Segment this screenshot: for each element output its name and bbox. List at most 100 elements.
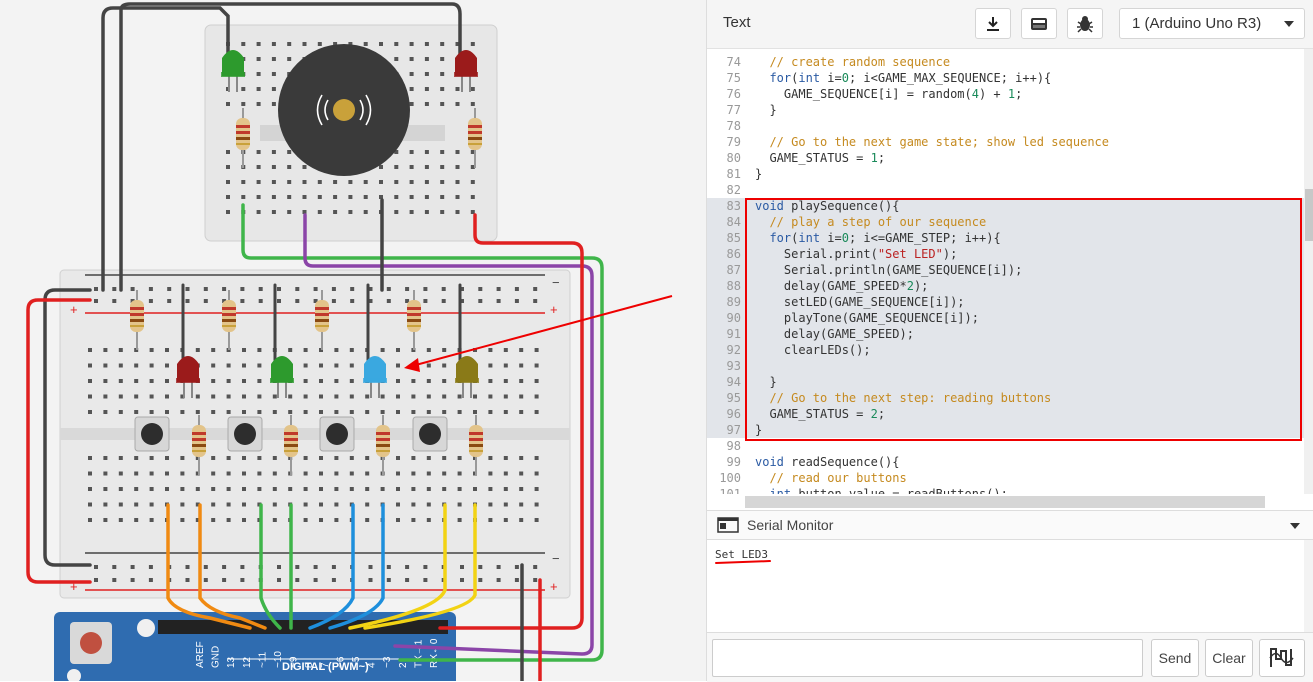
- line-number: 86: [726, 247, 741, 261]
- code-text: GAME_SEQUENCE[i] = random(4) + 1;: [755, 87, 1023, 101]
- piezo-buzzer[interactable]: [278, 44, 410, 176]
- rail-plus-label: +: [550, 302, 558, 317]
- pin-label: ~3: [382, 656, 393, 668]
- code-vertical-scrollbar[interactable]: [1304, 49, 1313, 494]
- line-number: 78: [726, 119, 741, 133]
- code-text: for(int i=0; i<GAME_MAX_SEQUENCE; i++){: [769, 71, 1052, 85]
- pin-label: 7: [320, 662, 331, 668]
- chevron-down-icon[interactable]: [1290, 523, 1300, 529]
- line-number: 87: [726, 263, 741, 277]
- pin-label: 4: [367, 662, 378, 668]
- library-button[interactable]: [1021, 8, 1057, 39]
- graph-button[interactable]: [1259, 639, 1305, 677]
- line-number: 96: [726, 407, 741, 421]
- serial-input[interactable]: [712, 639, 1143, 677]
- circuit-diagram[interactable]: + + − − + + DIGITAL (PWM~) AREF GND 13 12 ~1…: [0, 0, 706, 681]
- serial-vertical-scrollbar[interactable]: [1304, 540, 1313, 632]
- code-text: int button_value = readButtons();: [769, 487, 1008, 494]
- pin-label: 12: [242, 656, 253, 668]
- library-icon: [1031, 17, 1047, 30]
- pin-label: ~5: [351, 656, 362, 668]
- line-number: 84: [726, 215, 741, 229]
- pin-label: GND: [211, 646, 222, 668]
- line-number: 97: [726, 423, 741, 437]
- push-button[interactable]: [134, 416, 170, 452]
- pin-label: AREF: [195, 641, 206, 668]
- line-number: 95: [726, 391, 741, 405]
- line-number: 77: [726, 103, 741, 117]
- send-button[interactable]: Send: [1151, 639, 1199, 677]
- pin-label: TX→1: [413, 639, 424, 668]
- code-line[interactable]: 80 GAME_STATUS = 1;: [707, 150, 1304, 166]
- line-number: 99: [726, 455, 741, 469]
- code-text: }: [755, 103, 777, 117]
- push-button[interactable]: [319, 416, 355, 452]
- line-number: 94: [726, 375, 741, 389]
- serial-monitor-icon: [717, 517, 739, 533]
- code-line[interactable]: 99 void readSequence(){: [707, 454, 1304, 470]
- pin-label: RX←0: [429, 638, 440, 668]
- scrollbar-thumb[interactable]: [1305, 189, 1313, 241]
- clear-button[interactable]: Clear: [1205, 639, 1253, 677]
- pin-label: ~9: [289, 656, 300, 668]
- board-select-value: 1 (Arduino Uno R3): [1132, 15, 1262, 32]
- code-line[interactable]: 82: [707, 182, 1304, 198]
- pin-label: ~10: [273, 651, 284, 668]
- highlight-annotation-box: [745, 198, 1302, 441]
- serial-output: Set LED3: [715, 548, 768, 561]
- code-horizontal-scrollbar[interactable]: [745, 496, 1265, 508]
- line-number: 98: [726, 439, 741, 453]
- serial-monitor-header[interactable]: Serial Monitor: [707, 510, 1313, 540]
- pin-label: 13: [226, 656, 237, 668]
- debug-button[interactable]: [1067, 8, 1103, 39]
- line-number: 93: [726, 359, 741, 373]
- pin-label: ~6: [335, 656, 346, 668]
- editor-toolbar: Text 1 (Arduino Uno R3): [707, 0, 1313, 49]
- download-button[interactable]: [975, 8, 1011, 39]
- download-icon: [987, 16, 999, 31]
- rail-plus-label: +: [70, 302, 78, 317]
- line-number: 91: [726, 327, 741, 341]
- code-text: // read our buttons: [769, 471, 907, 485]
- line-number: 89: [726, 295, 741, 309]
- code-line[interactable]: 78: [707, 118, 1304, 134]
- rail-minus-label: −: [552, 275, 560, 290]
- code-line[interactable]: 75 for(int i=0; i<GAME_MAX_SEQUENCE; i++…: [707, 70, 1304, 86]
- board-select[interactable]: 1 (Arduino Uno R3): [1119, 8, 1305, 39]
- code-line[interactable]: 74 // create random sequence: [707, 54, 1304, 70]
- line-number: 74: [726, 55, 741, 69]
- code-panel: Text 1 (Arduino Uno R3) 74 // create ran…: [706, 0, 1313, 682]
- chevron-down-icon: [1284, 21, 1294, 27]
- debug-bug-icon: [1077, 15, 1093, 33]
- line-number: 80: [726, 151, 741, 165]
- code-line[interactable]: 79 // Go to the next game state; show le…: [707, 134, 1304, 150]
- serial-input-row: Send Clear: [707, 632, 1313, 682]
- line-number: 85: [726, 231, 741, 245]
- code-line[interactable]: 101 int button_value = readButtons();: [707, 486, 1304, 494]
- editor-mode-label[interactable]: Text: [723, 14, 751, 31]
- serial-monitor-title: Serial Monitor: [747, 517, 834, 533]
- rail-minus-label: −: [552, 551, 560, 566]
- code-line[interactable]: 81}: [707, 166, 1304, 182]
- code-text: // create random sequence: [769, 55, 951, 69]
- line-number: 100: [719, 471, 741, 485]
- line-number: 83: [726, 199, 741, 213]
- push-button[interactable]: [227, 416, 263, 452]
- code-line[interactable]: 100 // read our buttons: [707, 470, 1304, 486]
- line-number: 81: [726, 167, 741, 181]
- graph-icon: [1269, 648, 1294, 667]
- push-button[interactable]: [412, 416, 448, 452]
- pin-label: 2: [398, 662, 409, 668]
- code-text: }: [755, 167, 763, 181]
- line-number: 76: [726, 87, 741, 101]
- code-line[interactable]: 76 GAME_SEQUENCE[i] = random(4) + 1;: [707, 86, 1304, 102]
- line-number: 90: [726, 311, 741, 325]
- pin-label: ~11: [257, 651, 268, 668]
- circuit-canvas[interactable]: + + − − + + DIGITAL (PWM~) AREF GND 13 12 ~1…: [0, 0, 706, 681]
- code-text: // Go to the next game state; show led s…: [769, 135, 1110, 149]
- code-line[interactable]: 77 }: [707, 102, 1304, 118]
- code-text: void readSequence(){: [755, 455, 900, 469]
- line-number: 82: [726, 183, 741, 197]
- rail-plus-label: +: [550, 579, 558, 594]
- line-number: 88: [726, 279, 741, 293]
